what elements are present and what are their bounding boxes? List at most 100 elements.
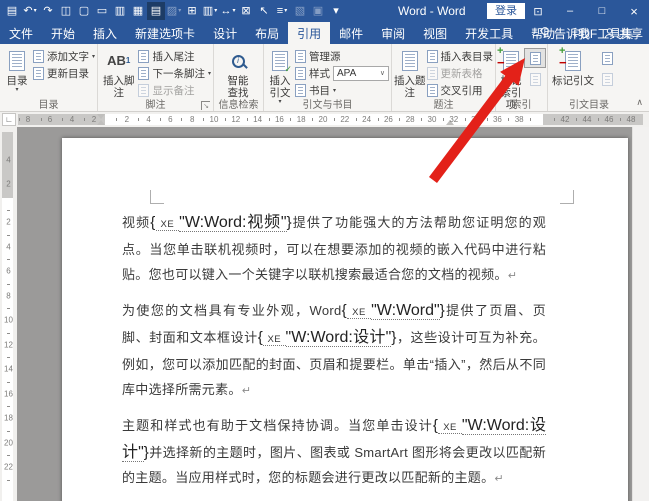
mark-citation-icon: + − bbox=[559, 46, 581, 71]
tab-开始[interactable]: 开始 bbox=[42, 22, 84, 44]
ruler-number: 22 bbox=[340, 115, 350, 124]
tab-视图[interactable]: 视图 bbox=[414, 22, 456, 44]
show-notes-icon bbox=[138, 83, 150, 97]
next-footnote-button[interactable]: 下一条脚注 ▾ bbox=[137, 65, 212, 81]
insert-caption-button[interactable]: 插入题注 bbox=[394, 46, 426, 99]
qat-clipboard-icon[interactable]: ▥ ▾ bbox=[201, 2, 219, 20]
qat-new-document-icon[interactable]: ▢ bbox=[75, 2, 93, 20]
tab-开发工具[interactable]: 开发工具 bbox=[456, 22, 522, 44]
ruler-tick bbox=[530, 118, 532, 121]
update-table-button[interactable]: 更新表格 bbox=[426, 65, 495, 81]
qat-paste-icon[interactable]: ▥ bbox=[111, 2, 129, 20]
update-toc-icon bbox=[32, 66, 44, 80]
ruler-number: 38 bbox=[514, 115, 524, 124]
qat-reading-view-icon[interactable]: ▤ bbox=[147, 2, 165, 20]
manage-sources-icon bbox=[295, 49, 306, 63]
group-label-footnotes: 脚注 bbox=[145, 100, 166, 111]
insert-footnote-button[interactable]: AB 1 插入脚注 bbox=[100, 46, 137, 99]
ruler-tick bbox=[203, 118, 205, 121]
paragraph[interactable]: 为使您的文档具有专业外观，Word{ XE "W:Word"}提供了页眉、页脚、… bbox=[122, 298, 546, 404]
ruler-tick bbox=[290, 118, 292, 121]
ruler-number: 6 bbox=[168, 115, 173, 124]
tab-selector-button[interactable]: ∟ bbox=[2, 113, 16, 126]
qat-qat-overflow-icon[interactable]: ▾ bbox=[327, 2, 345, 20]
smart-lookup-button[interactable]: i 智能 查找 bbox=[216, 46, 260, 99]
ruler-number: 12 bbox=[231, 115, 241, 124]
ribbon-display-options-button[interactable]: ⊡ bbox=[524, 0, 552, 22]
horizontal-ruler[interactable]: ∟ 8 6 4 2 2 4 6 8 10 12 14 16 18 20 22 24 26 28 30 32 34 36 38… bbox=[0, 112, 649, 127]
vruler-tick bbox=[7, 430, 10, 432]
update-toc-button[interactable]: 更新目录 bbox=[32, 65, 96, 81]
citation-style-select[interactable]: APA ∨ bbox=[333, 65, 389, 81]
insert-table-of-authorities-icon bbox=[601, 51, 613, 65]
xe-field: { XE "W:Word"} bbox=[342, 302, 445, 320]
tab-布局[interactable]: 布局 bbox=[246, 22, 288, 44]
vertical-ruler[interactable]: 4 2 2 4 6 8 10 12 14 16 18 20 22 bbox=[0, 127, 17, 501]
document-page[interactable]: 视频{ XE "W:Word:视频"}提供了功能强大的方法帮助您证明您的观点。当… bbox=[62, 138, 628, 501]
sign-in-button[interactable]: 登录 bbox=[487, 3, 525, 19]
add-text-icon bbox=[32, 49, 44, 63]
tell-me-button[interactable]: 告诉我 bbox=[540, 25, 590, 42]
ruler-number: 14 bbox=[253, 115, 263, 124]
ribbon-group-index: + − 标记索引项 索引 bbox=[496, 44, 548, 111]
ruler-tick bbox=[464, 118, 466, 121]
add-text-button[interactable]: 添加文字 ▾ bbox=[32, 48, 96, 64]
paragraph[interactable]: 视频{ XE "W:Word:视频"}提供了功能强大的方法帮助您证明您的观点。当… bbox=[122, 210, 546, 289]
vruler-tick bbox=[7, 308, 10, 309]
qat-copy-icon[interactable]: ▦ bbox=[129, 2, 147, 20]
insert-table-of-figures-button[interactable]: 插入表目录 bbox=[426, 48, 495, 64]
vruler-number: 22 bbox=[4, 462, 13, 472]
field-value: "W:Word:设计" bbox=[285, 329, 392, 347]
qat-multiple-pages-icon[interactable]: ⊞ bbox=[183, 2, 201, 20]
qat-print-preview-icon[interactable]: ◫ bbox=[57, 2, 75, 20]
vruler-number: 20 bbox=[4, 438, 13, 447]
paragraph[interactable]: 主题和样式也有助于文档保持协调。当您单击设计{ XE "W:Word:设计"}并… bbox=[122, 413, 546, 492]
update-table-of-authorities-icon bbox=[601, 72, 613, 86]
qat-draft-view-icon: ▨ ▾ bbox=[166, 4, 182, 17]
manage-sources-button[interactable]: 管理源 bbox=[294, 48, 390, 64]
share-button[interactable]: 共享 bbox=[604, 25, 643, 42]
tab-审阅[interactable]: 审阅 bbox=[372, 22, 414, 44]
maximize-button[interactable]: □ bbox=[588, 0, 616, 22]
insert-endnote-button[interactable]: 插入尾注 bbox=[137, 48, 212, 64]
vruler-tick bbox=[7, 210, 10, 211]
toc-icon bbox=[8, 51, 25, 71]
qat-open-icon[interactable]: ▭ bbox=[93, 2, 111, 20]
close-button[interactable]: × bbox=[620, 0, 648, 22]
ruler-number: 44 bbox=[582, 115, 592, 124]
collapse-ribbon-button[interactable]: ∧ bbox=[636, 97, 643, 108]
mark-citation-button[interactable]: + − 标记引文 bbox=[550, 46, 596, 88]
ruler-tick bbox=[224, 118, 226, 121]
update-table-icon bbox=[426, 66, 438, 80]
vruler-number: 6 bbox=[6, 266, 11, 276]
document-area: 视频{ XE "W:Word:视频"}提供了功能强大的方法帮助您证明您的观点。当… bbox=[0, 127, 649, 501]
tab-插入[interactable]: 插入 bbox=[84, 22, 126, 44]
tab-邮件[interactable]: 邮件 bbox=[330, 22, 372, 44]
qat-undo-icon[interactable]: ↶ ▾ bbox=[21, 2, 39, 20]
tab-设计[interactable]: 设计 bbox=[204, 22, 246, 44]
qat-list-settings-icon[interactable]: ≡ ▾ bbox=[273, 2, 291, 20]
footnotes-dialog-launcher[interactable]: ↘ bbox=[201, 101, 210, 110]
insert-index-button[interactable] bbox=[524, 48, 546, 68]
minimize-button[interactable]: – bbox=[556, 0, 584, 22]
qat-move-object-icon[interactable]: ⊠ bbox=[237, 2, 255, 20]
hanging-indent-marker[interactable] bbox=[97, 120, 105, 125]
vruler-number: 8 bbox=[6, 291, 11, 300]
insert-table-of-authorities-button[interactable] bbox=[596, 48, 618, 68]
ruler-number: 48 bbox=[626, 115, 636, 124]
person-icon bbox=[604, 27, 615, 38]
vruler-tick bbox=[7, 479, 10, 481]
qat-select-icon[interactable]: ↖ bbox=[255, 2, 273, 20]
qat-redo-icon[interactable]: ↷ bbox=[39, 2, 57, 20]
tab-新建选项卡[interactable]: 新建选项卡 bbox=[126, 22, 204, 44]
update-table-of-authorities-button[interactable] bbox=[596, 69, 618, 89]
table-of-contents-button[interactable]: 目录 ▾ bbox=[2, 46, 32, 94]
update-index-button[interactable] bbox=[524, 69, 546, 89]
vertical-scrollbar[interactable] bbox=[632, 127, 649, 501]
bibliography-icon bbox=[295, 83, 306, 97]
qat-character-spacing-icon[interactable]: ↔ ▾ bbox=[219, 2, 237, 20]
first-line-indent-marker[interactable] bbox=[97, 114, 105, 119]
qat-save-icon[interactable]: ▤ bbox=[3, 2, 21, 20]
tab-文件[interactable]: 文件 bbox=[0, 22, 42, 44]
tab-引用[interactable]: 引用 bbox=[288, 22, 331, 44]
